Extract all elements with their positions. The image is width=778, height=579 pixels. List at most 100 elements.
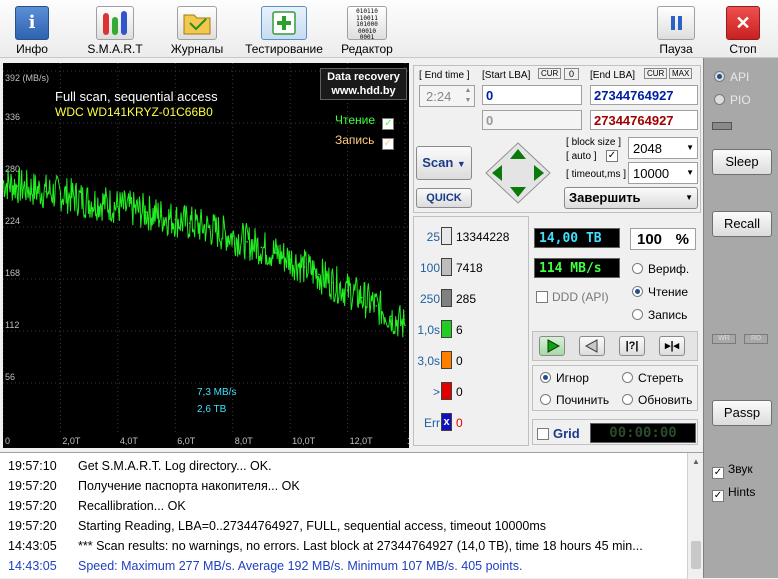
end-lba-input[interactable]: 27344764927 [590,85,698,105]
hints-checkbox[interactable]: ✓ [712,490,724,502]
testing-button[interactable]: Тестирование [242,2,326,56]
x-tick-label: 6,0T [177,436,196,446]
read-legend[interactable]: Чтение ✓ [335,113,398,130]
mode-read-radio[interactable] [632,286,643,297]
ignore-label: Игнор [556,371,589,385]
finish-action-select[interactable]: Завершить ▼ [564,187,698,209]
pio-radio[interactable] [714,94,725,105]
mode-verify-radio[interactable] [632,263,643,274]
hints-option[interactable]: ✓ Hints [712,485,755,502]
start-cur-button[interactable]: CUR [538,68,562,79]
start-lba-label: [Start LBA] [482,70,531,81]
write-legend-label: Запись [335,133,375,147]
play-button[interactable] [539,336,565,356]
sound-checkbox[interactable]: ✓ [712,467,724,479]
stat-row: 3,0s 0 [414,351,528,371]
pio-label: PIO [730,93,751,107]
ignore-option[interactable]: Игнор [540,371,589,385]
scroll-thumb[interactable] [691,541,701,569]
stat-count: 7418 [456,261,483,275]
event-log[interactable]: 19:57:10 Get S.M.A.R.T. Log directory... … [0,452,703,579]
mode-read-label: Чтение [648,285,689,299]
random-seek-button[interactable]: |?| [619,336,645,356]
current-speed: 7,3 MB/s [197,387,237,398]
start-lba-input[interactable]: 0 [482,85,582,105]
grid-checkbox[interactable] [537,428,549,440]
ddd-api-checkbox[interactable] [536,291,548,303]
stat-label: 1,0s [417,323,440,337]
percent-sign: % [675,231,689,248]
quick-button[interactable]: QUICK [416,188,472,208]
timeout-select[interactable]: 10000 ▼ [628,162,698,184]
stat-label: 100 [419,261,440,275]
read-speed-point [16,185,19,187]
rewind-button[interactable] [579,336,605,356]
refresh-option[interactable]: Обновить [622,393,692,407]
smart-button[interactable]: S.M.A.R.T [82,2,148,56]
erase-radio[interactable] [622,372,633,383]
block-size-value: 2048 [633,141,662,156]
write-legend[interactable]: Запись ✓ [335,133,398,150]
pause-button[interactable]: Пауза [654,2,698,56]
end-max-button[interactable]: MAX [669,68,693,79]
api-radio[interactable] [714,71,725,82]
ddd-api-option[interactable]: DDD (API) [536,290,609,304]
erase-option[interactable]: Стереть [622,371,683,385]
mode-write-label: Запись [648,308,688,322]
end-cur-button[interactable]: CUR [644,68,668,79]
block-size-select[interactable]: 2048 ▼ [628,137,698,159]
read-speed-point [73,196,76,199]
log-text: *** Scan results: no warnings, no errors… [78,539,643,553]
api-label: API [730,70,750,84]
read-speed-point [160,215,162,217]
read-speed-point [102,202,105,204]
recall-button[interactable]: Recall [712,211,772,237]
auto-checkbox[interactable]: ✓ [606,150,618,162]
repair-option[interactable]: Починить [540,393,609,407]
info-button[interactable]: i Инфо [4,2,60,56]
write-legend-checkbox[interactable]: ✓ [381,138,394,150]
scan-button[interactable]: Scan ▼ [416,146,472,180]
binary-editor-icon: 010110 110011 101000 00010 0001 [347,6,387,41]
api-option[interactable]: API [714,70,749,84]
journals-button[interactable]: Журналы [166,2,228,56]
block-size-label: [ block size ] [566,137,622,148]
hints-label: Hints [728,485,756,499]
chevron-down-icon: ▼ [456,159,466,169]
log-time: 19:57:10 [8,459,57,473]
playback-controls: |?| ▸|◂ [532,331,698,361]
log-text: Speed: Maximum 277 MB/s. Average 192 MB/… [78,559,523,573]
log-scrollbar[interactable]: ▲ ▼ [687,453,703,579]
chevron-down-icon: ▼ [685,193,693,202]
direction-pad[interactable] [484,141,552,205]
mode-read[interactable]: Чтение [632,285,688,299]
scan-button-label: Scan [422,155,454,170]
butterfly-button[interactable]: ▸|◂ [659,336,685,356]
percent-display: 100 % [630,228,696,250]
grid-option[interactable]: Grid [537,426,580,441]
log-entry: 14:43:05 *** Scan results: no warnings, n… [8,539,643,559]
sound-option[interactable]: ✓ Звук [712,462,753,479]
x-tick-label: 4,0T [120,436,139,446]
sleep-button[interactable]: Sleep [712,149,772,175]
passp-button[interactable]: Passp [712,400,772,426]
mode-write[interactable]: Запись [632,308,687,322]
read-speed-point [274,252,277,254]
auto-label: [ auto ] [566,151,597,162]
pio-option[interactable]: PIO [714,93,751,107]
scroll-up-icon[interactable]: ▲ [692,457,700,466]
stat-swatch [441,227,452,245]
end-time-spinner[interactable]: ▲ ▼ [462,86,474,106]
start-zero-button[interactable]: 0 [564,68,580,80]
stop-button[interactable]: ✕ Стоп [720,2,766,56]
smart-icon [96,6,134,40]
mode-write-radio[interactable] [632,309,643,320]
chart-title: Full scan, sequential access [55,89,218,104]
mode-verify[interactable]: Вериф. [632,262,689,276]
read-speed-point [303,266,306,268]
repair-radio[interactable] [540,394,551,405]
refresh-radio[interactable] [622,394,633,405]
ignore-radio[interactable] [540,372,551,383]
read-legend-checkbox[interactable]: ✓ [382,118,395,130]
editor-button[interactable]: 010110 110011 101000 00010 0001 Редактор [338,2,396,56]
